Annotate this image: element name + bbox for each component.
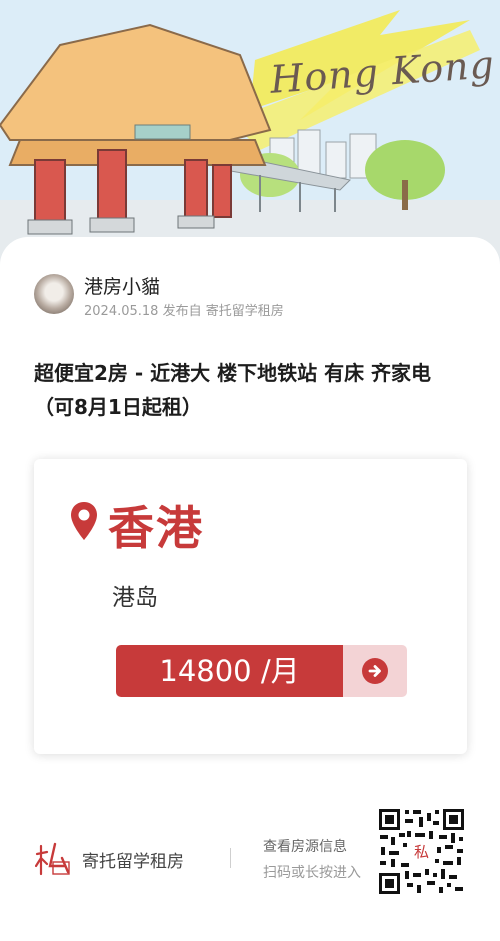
city-name: 香港 xyxy=(108,501,204,555)
footer-divider xyxy=(230,848,231,868)
price-button[interactable]: 14800 /月 xyxy=(116,645,343,697)
author-name[interactable]: 港房小貓 xyxy=(84,272,160,299)
cta-scan-hint: 扫码或长按进入 xyxy=(263,865,361,881)
brand-name: 寄托留学租房 xyxy=(82,852,184,872)
svg-text:私: 私 xyxy=(414,843,429,861)
district-name: 港岛 xyxy=(112,585,158,611)
view-details-button[interactable] xyxy=(343,645,407,697)
qr-code[interactable]: 私 xyxy=(377,807,466,896)
listing-title: 超便宜2房 - 近港大 楼下地铁站 有床 齐家电（可8月1日起租） xyxy=(34,361,432,419)
cta-view-listing: 查看房源信息 xyxy=(263,839,347,855)
brand-logo-icon xyxy=(35,842,70,876)
arrow-right-icon xyxy=(362,658,388,684)
listing-card xyxy=(34,459,467,754)
location-pin-icon xyxy=(71,502,97,540)
post-meta: 2024.05.18 发布自 寄托留学租房 xyxy=(84,304,284,319)
avatar[interactable] xyxy=(34,274,74,314)
